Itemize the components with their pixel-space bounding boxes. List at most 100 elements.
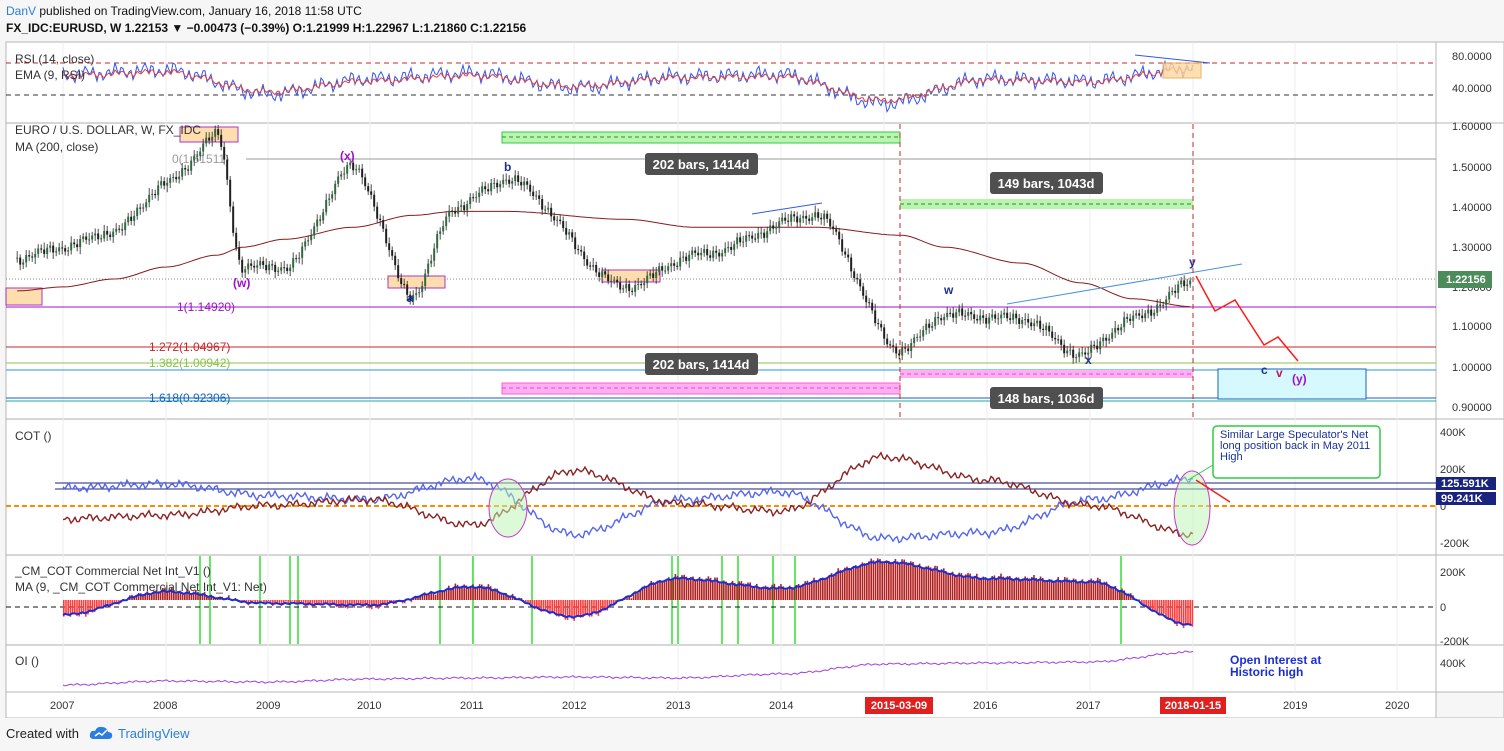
cm-bar	[1094, 581, 1097, 600]
rsi-highlight-box	[1162, 62, 1202, 79]
cm-bar	[338, 600, 340, 608]
cm-bar	[1068, 579, 1070, 600]
cm-bar	[850, 569, 853, 600]
oi-tick-400k: 400K	[1440, 658, 1466, 670]
cm-bar	[910, 561, 912, 600]
cm-bar	[914, 566, 916, 600]
cm-bar	[844, 567, 846, 600]
price-ma-title: MA (200, close)	[15, 140, 98, 154]
author-link[interactable]: DanV	[6, 4, 36, 18]
wave-c: c	[1261, 363, 1268, 377]
price-tick-7: 1.00000	[1452, 362, 1492, 374]
cm-bar	[652, 582, 655, 600]
cm-bar	[839, 570, 842, 600]
cm-bar	[784, 588, 787, 600]
cm-bar	[1006, 576, 1009, 600]
cm-bar	[736, 584, 738, 600]
cm-bar	[1156, 600, 1158, 612]
cot-badge-blue-value: 125.591K	[1441, 478, 1489, 490]
price-tick-8: 0.90000	[1452, 402, 1492, 414]
rsi-pane	[6, 42, 1436, 122]
rsi-tick-40: 40.0000	[1452, 83, 1492, 95]
cm-bar	[487, 584, 490, 600]
cm-bar	[903, 559, 905, 600]
cm-bar	[938, 570, 941, 600]
cm-bar	[267, 600, 270, 602]
cm-bar	[551, 600, 553, 613]
cm-bar	[773, 583, 776, 600]
chart-area[interactable]: RSI (14, close) EMA (9, RSI) 80.0000 40.…	[0, 38, 1504, 718]
cm-bar	[665, 578, 668, 600]
cm-bar	[800, 586, 802, 600]
cm-bar	[811, 581, 813, 600]
cm-bar	[989, 578, 991, 600]
price-tick-1: 1.60000	[1452, 121, 1492, 133]
cm-bar	[696, 579, 699, 600]
cm-bar	[1002, 576, 1004, 600]
cot-tick-400k: 400K	[1440, 427, 1466, 439]
cm-bar	[973, 575, 976, 600]
cm-bar	[753, 586, 756, 600]
cm-bar	[1079, 581, 1081, 600]
cot-badge-orange-value: 99.241K	[1441, 493, 1483, 505]
cm-bar	[1004, 577, 1007, 600]
cm-bar	[712, 580, 714, 600]
range-label-top-right: 149 bars, 1043d	[998, 176, 1095, 191]
wave-w-paren: (w)	[233, 276, 250, 290]
cm-bar	[1185, 600, 1187, 626]
cm-bar	[828, 574, 831, 600]
price-tick-4: 1.30000	[1452, 242, 1492, 254]
cm-bar	[547, 600, 549, 612]
cm-bar	[492, 590, 494, 600]
cm-bar	[285, 600, 287, 602]
cm-bar	[71, 600, 74, 614]
cm-bar	[1048, 579, 1051, 600]
cm-bar	[311, 600, 314, 607]
cm-bar	[659, 579, 661, 600]
time-label-2007: 2007	[50, 700, 74, 712]
cm-bar	[593, 600, 595, 613]
cm-bar	[586, 600, 589, 615]
cm-bar	[890, 563, 892, 600]
cm-bar	[815, 580, 817, 600]
cm-bar	[954, 574, 956, 600]
cm-bar	[661, 581, 663, 600]
cm-bar	[1171, 600, 1174, 621]
cm-bar	[685, 576, 688, 600]
time-label-2010: 2010	[357, 700, 381, 712]
cot-callout-text: Similar Large Speculator's Net long posi…	[1220, 430, 1371, 463]
cm-bar	[74, 600, 76, 615]
cm-bar	[1154, 600, 1156, 611]
cm-bar	[291, 600, 294, 601]
cm-bar	[916, 565, 919, 600]
cm-bar	[1077, 583, 1079, 600]
cm-bar	[947, 573, 949, 600]
cm-bar	[1119, 591, 1121, 600]
wave-x-paren: (x)	[340, 149, 355, 163]
cm-bar	[344, 600, 347, 609]
cm-bar	[630, 598, 633, 600]
cm-bar	[1053, 581, 1055, 600]
time-label-2013: 2013	[666, 700, 690, 712]
cm-bar	[852, 565, 855, 600]
cm-bar	[866, 563, 868, 600]
wave-a: a	[407, 291, 414, 305]
cm-bar	[690, 577, 692, 600]
cm-bar	[951, 571, 954, 600]
cm-bar	[1187, 600, 1189, 625]
cm-bar	[962, 575, 965, 600]
cm-bar	[65, 600, 67, 614]
last-price-value: 1.22156	[1446, 274, 1486, 286]
cm-bar	[467, 588, 470, 600]
cm-bar	[324, 600, 327, 603]
price-tick-2: 1.50000	[1452, 162, 1492, 174]
tradingview-link[interactable]: TradingView	[118, 726, 190, 741]
cm-bar	[868, 561, 870, 600]
cm-bar	[648, 584, 650, 600]
cm-bar	[859, 565, 861, 600]
tradingview-cloud-icon[interactable]	[88, 724, 114, 742]
cm-ma-title: MA (9, _CM_COT Commercial Net Int_V1: Ne…	[15, 580, 267, 594]
range-label-bottom-left: 202 bars, 1414d	[653, 357, 750, 372]
cm-bar	[184, 594, 186, 600]
rsi-title: RSI (14, close)	[15, 52, 94, 66]
